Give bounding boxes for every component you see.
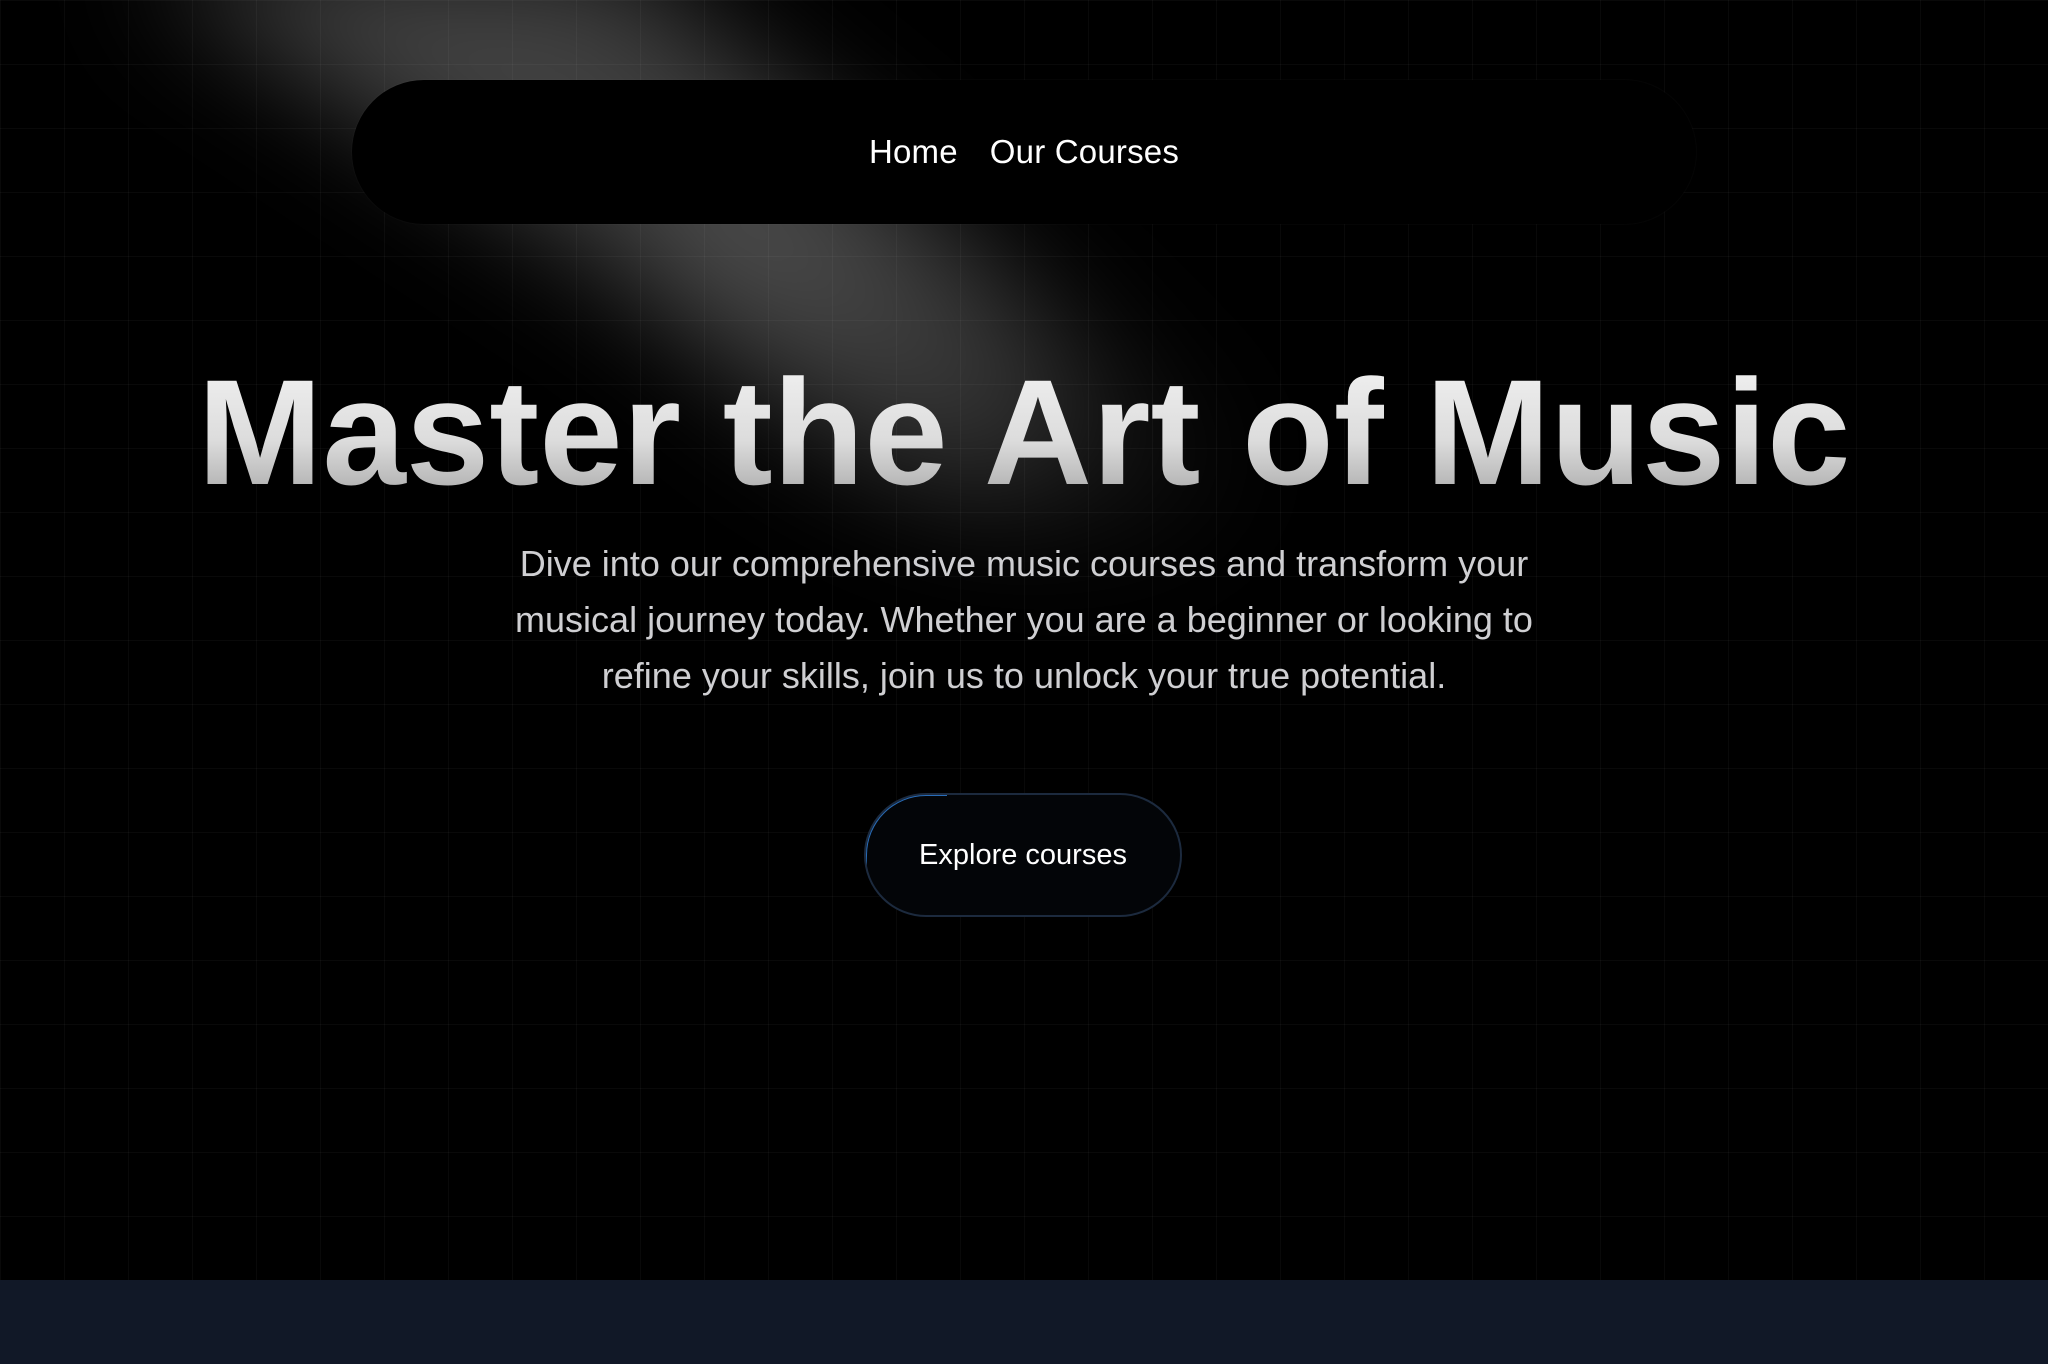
nav-link-our-courses[interactable]: Our Courses xyxy=(990,133,1179,171)
explore-courses-button[interactable]: Explore courses xyxy=(864,793,1182,917)
explore-courses-label: Explore courses xyxy=(919,838,1127,871)
hero-subtitle: Dive into our comprehensive music course… xyxy=(515,543,1533,696)
hero-section: Home Our Courses Master the Art of Music… xyxy=(0,0,2048,1280)
top-navbar: Home Our Courses xyxy=(352,80,1696,224)
nav-link-home[interactable]: Home xyxy=(869,133,958,171)
landing-page: Home Our Courses Master the Art of Music… xyxy=(0,0,2048,1364)
next-section-band xyxy=(0,1280,2048,1364)
hero-headline: Master the Art of Music xyxy=(0,350,2048,515)
